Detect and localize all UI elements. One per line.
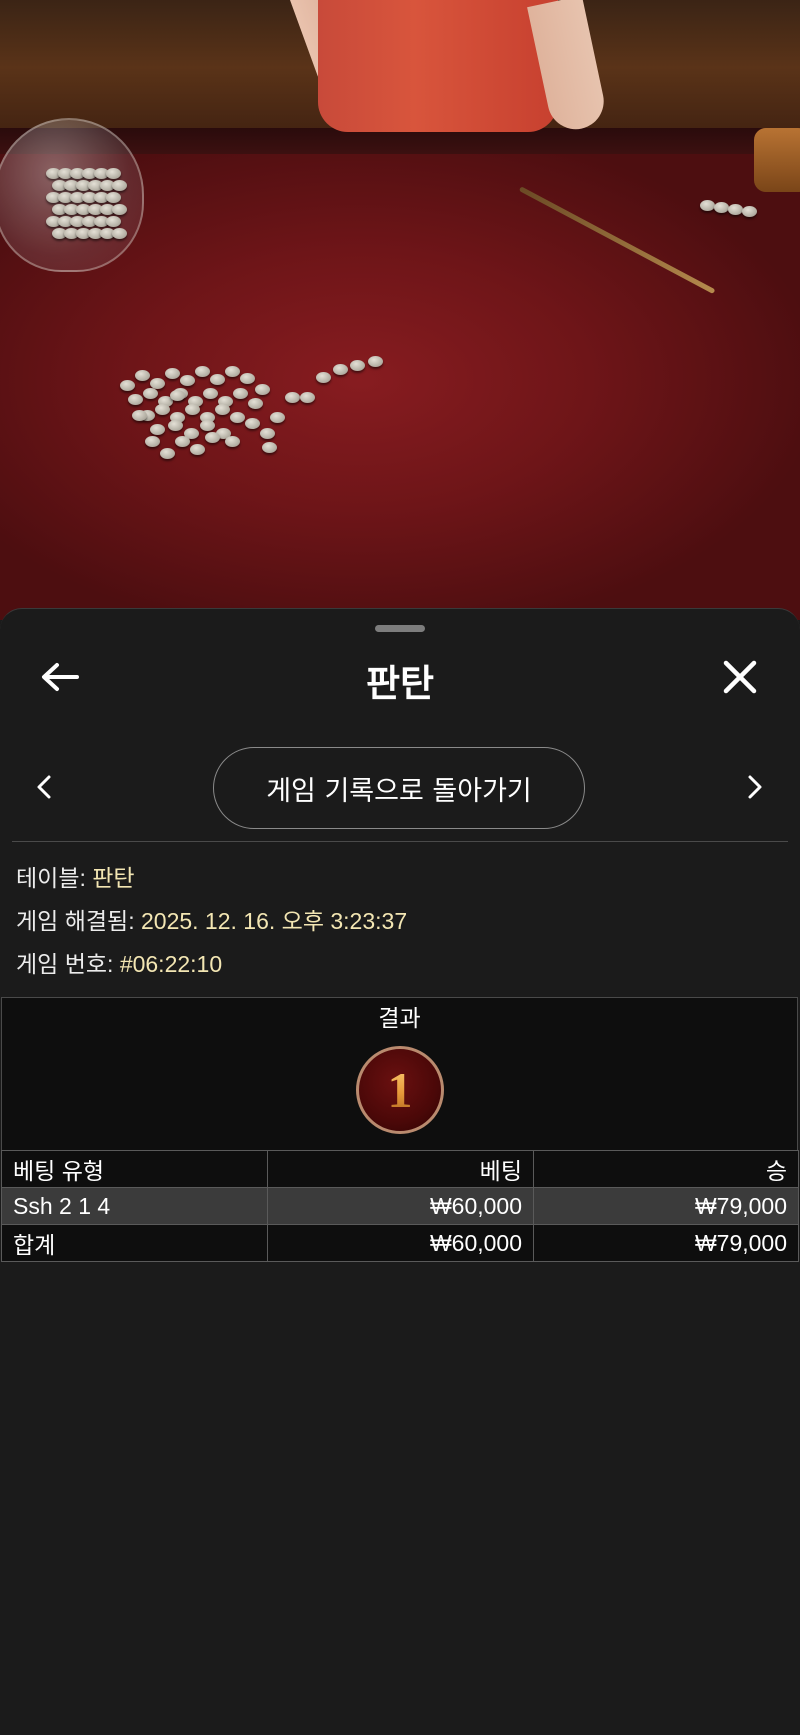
- bead: [112, 204, 127, 215]
- total-win-cell: ₩79,000: [533, 1224, 799, 1262]
- sheet-grabber[interactable]: [375, 625, 425, 632]
- resolved-info: 게임 해결됨: 2025. 12. 16. 오후 3:23:37: [16, 902, 407, 936]
- bead: [260, 428, 275, 439]
- table-header-row: 베팅 유형 베팅 승: [1, 1150, 799, 1188]
- page-title: 판탄: [365, 662, 435, 705]
- result-number: 1: [387, 1062, 413, 1118]
- bead: [160, 448, 175, 459]
- dealer: [318, 0, 558, 132]
- round-info: 게임 번호: #06:22:10: [16, 945, 222, 979]
- bead: [165, 368, 180, 379]
- bead: [255, 384, 270, 395]
- resolved-label: 게임 해결됨:: [16, 908, 135, 934]
- bead: [350, 360, 365, 371]
- column-header-win: 승: [533, 1150, 799, 1188]
- bead: [316, 372, 331, 383]
- bead: [112, 180, 127, 191]
- bead: [143, 388, 158, 399]
- bead: [700, 200, 715, 211]
- bead: [168, 420, 183, 431]
- total-bet-cell: ₩60,000: [267, 1224, 534, 1262]
- bead: [135, 370, 150, 381]
- round-label: 게임 번호:: [16, 951, 114, 977]
- total-row: 합계 ₩60,000 ₩79,000: [1, 1224, 799, 1262]
- column-header-bet-type: 베팅 유형: [1, 1150, 268, 1188]
- bead: [170, 390, 185, 401]
- bead: [225, 366, 240, 377]
- bead: [215, 404, 230, 415]
- total-label-cell: 합계: [1, 1224, 268, 1262]
- bead: [190, 444, 205, 455]
- column-header-bet: 베팅: [267, 1150, 534, 1188]
- bead: [333, 364, 348, 375]
- table-row: Ssh 2 1 4 ₩60,000 ₩79,000: [1, 1187, 799, 1225]
- table-label: 테이블:: [16, 865, 86, 891]
- bead: [106, 192, 121, 203]
- win-amount-cell: ₩79,000: [533, 1187, 799, 1225]
- bead: [300, 392, 315, 403]
- table-info: 테이블: 판탄: [16, 859, 135, 893]
- bead: [128, 394, 143, 405]
- bead: [248, 398, 263, 409]
- close-button[interactable]: [710, 647, 770, 707]
- bead: [185, 404, 200, 415]
- next-game-button[interactable]: [733, 757, 777, 817]
- bead: [112, 228, 127, 239]
- bead: [233, 388, 248, 399]
- close-icon: [723, 660, 757, 694]
- result-header: 결과: [1, 997, 798, 1034]
- bets-table: 베팅 유형 베팅 승 Ssh 2 1 4 ₩60,000 ₩79,000 합계 …: [1, 1150, 799, 1262]
- bead: [285, 392, 300, 403]
- result-panel: 1: [1, 1033, 798, 1150]
- table-value: 판탄: [92, 865, 135, 891]
- divider: [12, 841, 788, 842]
- bet-amount-cell: ₩60,000: [267, 1187, 534, 1225]
- copper-bowl: [754, 128, 800, 192]
- bead: [225, 436, 240, 447]
- back-to-history-button[interactable]: 게임 기록으로 돌아가기: [213, 747, 585, 829]
- bead: [240, 373, 255, 384]
- resolved-value: 2025. 12. 16. 오후 3:23:37: [140, 908, 408, 934]
- bead: [728, 204, 743, 215]
- bead: [175, 436, 190, 447]
- bead: [150, 424, 165, 435]
- live-video-stream: [0, 0, 800, 620]
- bead: [155, 404, 170, 415]
- bead: [230, 412, 245, 423]
- bead: [106, 216, 121, 227]
- bead: [106, 168, 121, 179]
- chevron-left-icon: [37, 775, 51, 799]
- bet-type-cell: Ssh 2 1 4: [1, 1187, 268, 1225]
- bead: [203, 388, 218, 399]
- bead: [145, 436, 160, 447]
- bead: [210, 374, 225, 385]
- previous-game-button[interactable]: [22, 757, 66, 817]
- bead: [262, 442, 277, 453]
- bead: [714, 202, 729, 213]
- bead: [200, 420, 215, 431]
- bead: [742, 206, 757, 217]
- bead: [120, 380, 135, 391]
- bead: [205, 432, 220, 443]
- bead: [180, 375, 195, 386]
- bead: [245, 418, 260, 429]
- game-detail-sheet: 판탄 게임 기록으로 돌아가기 테이블: 판탄 게임 해결됨: 2025. 12…: [0, 608, 800, 1735]
- round-value: #06:22:10: [119, 951, 223, 977]
- bead: [195, 366, 210, 377]
- result-ball: 1: [356, 1046, 444, 1134]
- bead: [270, 412, 285, 423]
- bead: [368, 356, 383, 367]
- bead: [132, 410, 147, 421]
- chevron-right-icon: [748, 775, 762, 799]
